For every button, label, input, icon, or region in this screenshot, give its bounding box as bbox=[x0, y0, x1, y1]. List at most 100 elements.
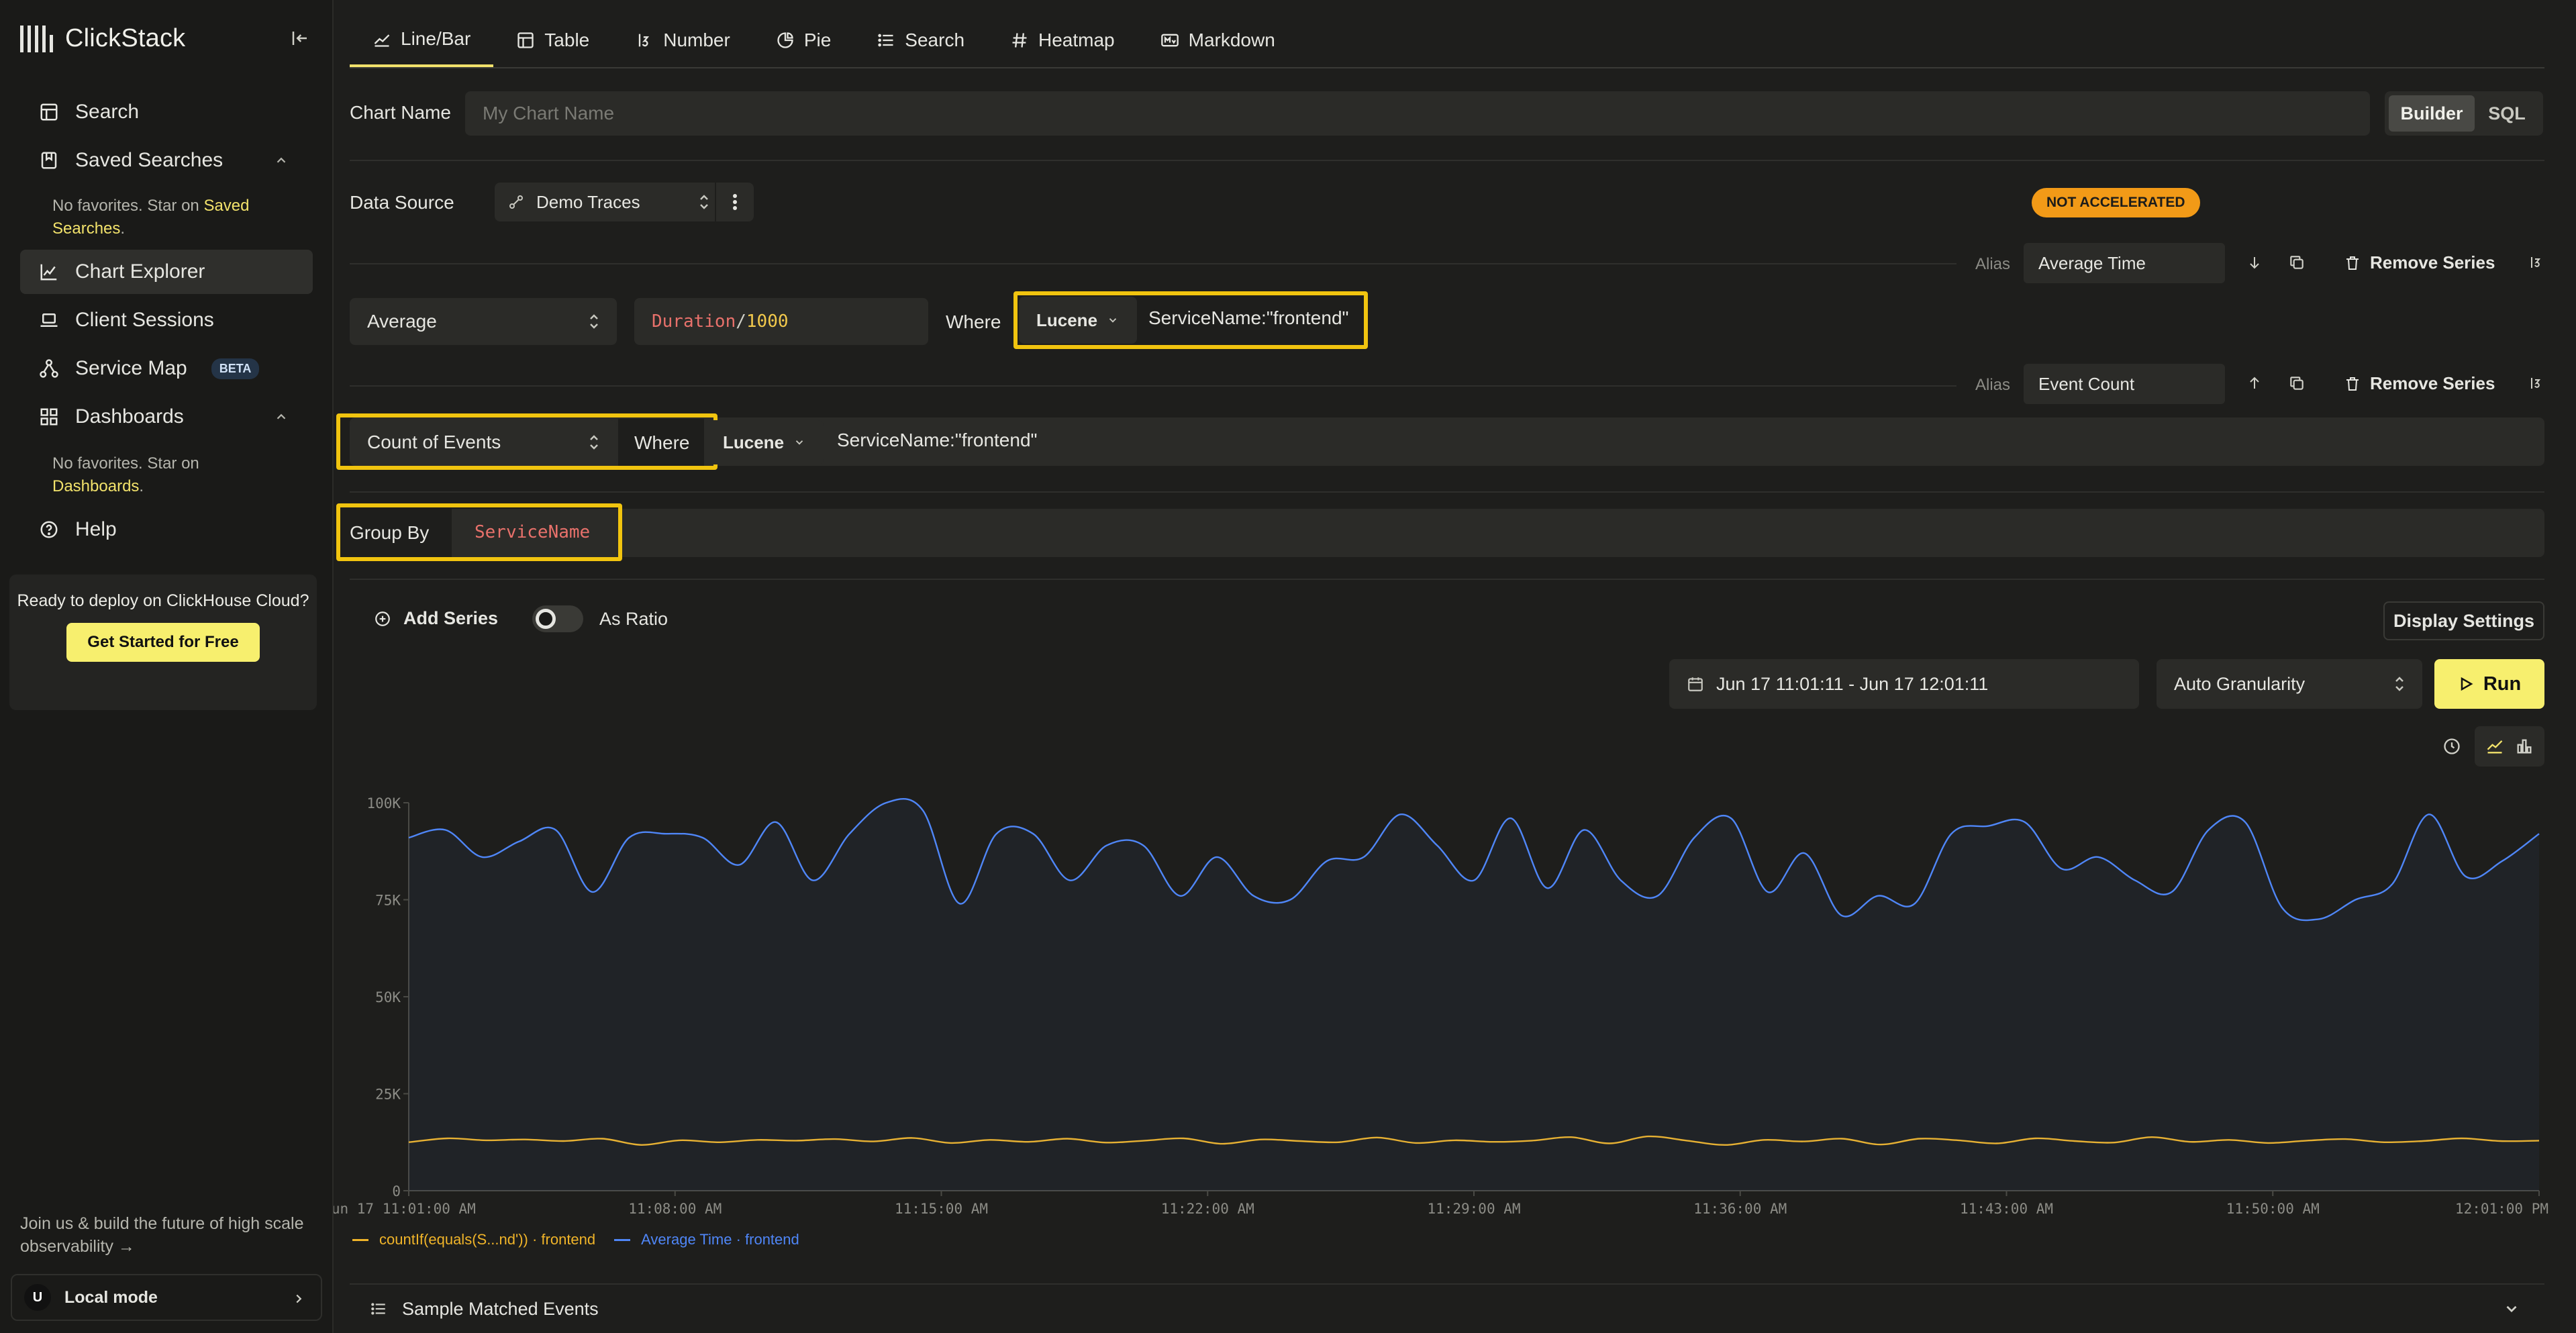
tab-line-bar[interactable]: Line/Bar bbox=[350, 13, 494, 67]
dashboards-link[interactable]: Dashboards bbox=[52, 477, 139, 495]
sidebar-item-dashboards[interactable]: Dashboards bbox=[20, 395, 313, 439]
logo[interactable]: ClickStack bbox=[20, 24, 185, 53]
group-by-input[interactable]: ServiceName bbox=[475, 522, 590, 542]
query-language-select[interactable]: Lucene bbox=[1019, 297, 1137, 344]
y-tick-label: 100K bbox=[366, 795, 401, 811]
chevron-up-icon[interactable] bbox=[274, 153, 289, 168]
legend-count[interactable]: countIf(equals(S...nd')) · frontend bbox=[379, 1231, 595, 1248]
chart-legend: countIf(equals(S...nd')) · frontend Aver… bbox=[352, 1231, 799, 1248]
sidebar-item-saved-searches[interactable]: Saved Searches bbox=[20, 138, 313, 183]
y-tick-label: 0 bbox=[392, 1183, 401, 1199]
empty-text: No favorites. Star on bbox=[52, 197, 204, 215]
display-settings-button[interactable]: Display Settings bbox=[2383, 601, 2544, 640]
chart-style-toggle bbox=[2475, 726, 2544, 767]
expression-input[interactable]: Duration/1000 bbox=[634, 298, 928, 345]
series-area-avg bbox=[409, 799, 2539, 1191]
cta-text: Ready to deploy on ClickHouse Cloud? bbox=[17, 591, 309, 610]
bar-chart-icon[interactable] bbox=[2515, 737, 2534, 756]
collapse-sidebar-icon[interactable] bbox=[290, 28, 310, 48]
as-ratio-toggle[interactable]: As Ratio bbox=[532, 605, 668, 632]
x-tick-label: 11:36:00 AM bbox=[1693, 1201, 1787, 1217]
grid-icon bbox=[40, 408, 58, 426]
legend-avg[interactable]: Average Time · frontend bbox=[641, 1231, 799, 1248]
line-chart: 0 25K 50K 75K 100K Jun 17 11:01:00 AM 11:08:00… bbox=[334, 795, 2548, 1217]
x-tick-label: 11:29:00 AM bbox=[1427, 1201, 1520, 1217]
y-tick-label: 50K bbox=[375, 989, 401, 1005]
granularity-select[interactable]: Auto Granularity bbox=[2157, 659, 2422, 709]
sql-button[interactable]: SQL bbox=[2475, 95, 2539, 132]
user-menu[interactable]: U Local mode bbox=[11, 1274, 322, 1321]
tab-pie[interactable]: Pie bbox=[753, 13, 854, 67]
chevron-down-icon[interactable] bbox=[2503, 1300, 2520, 1318]
query-language-value: Lucene bbox=[1036, 309, 1098, 330]
run-button[interactable]: Run bbox=[2434, 659, 2544, 709]
user-label: Local mode bbox=[64, 1287, 158, 1307]
remove-series-button[interactable]: Remove Series bbox=[2344, 252, 2495, 273]
tab-label: Line/Bar bbox=[401, 28, 471, 49]
tab-search[interactable]: Search bbox=[854, 13, 987, 67]
divider bbox=[350, 579, 2544, 580]
x-tick-label: 11:22:00 AM bbox=[1161, 1201, 1254, 1217]
move-down-icon[interactable] bbox=[2246, 254, 2263, 271]
y-tick-label: 75K bbox=[375, 893, 401, 909]
chevron-up-icon[interactable] bbox=[274, 409, 289, 424]
expression-key: Duration bbox=[652, 311, 736, 332]
number-format-icon[interactable] bbox=[2528, 254, 2544, 271]
tab-table[interactable]: Table bbox=[493, 13, 612, 67]
sidebar-item-client-sessions[interactable]: Client Sessions bbox=[20, 298, 313, 342]
duplicate-icon[interactable] bbox=[2288, 254, 2306, 271]
get-started-button[interactable]: Get Started for Free bbox=[66, 623, 260, 662]
select-updown-icon bbox=[2395, 677, 2404, 691]
trash-icon bbox=[2346, 256, 2359, 270]
sidebar-item-service-map[interactable]: Service Map BETA bbox=[20, 346, 313, 391]
sidebar-item-search[interactable]: Search bbox=[20, 90, 313, 134]
data-source-menu-button[interactable] bbox=[715, 183, 754, 221]
line-chart-icon[interactable] bbox=[2485, 737, 2504, 756]
aggregation-select[interactable]: Average bbox=[350, 298, 617, 345]
add-series-button[interactable]: Add Series bbox=[374, 608, 498, 629]
builder-button[interactable]: Builder bbox=[2389, 95, 2475, 132]
expression-number: 1000 bbox=[746, 311, 789, 332]
toggle-switch[interactable] bbox=[532, 605, 583, 632]
table-icon bbox=[517, 32, 534, 48]
calendar-icon bbox=[1688, 677, 1703, 691]
x-tick-label: 11:15:00 AM bbox=[895, 1201, 988, 1217]
sidebar-item-chart-explorer[interactable]: Chart Explorer bbox=[20, 250, 313, 294]
aggregation-select[interactable]: Count of Events bbox=[350, 420, 617, 464]
aggregation-value: Count of Events bbox=[367, 432, 501, 452]
chevron-down-icon bbox=[795, 440, 803, 445]
granularity-value: Auto Granularity bbox=[2174, 673, 2306, 694]
sidebar-item-label: Saved Searches bbox=[75, 149, 224, 171]
play-icon bbox=[2461, 677, 2473, 691]
tab-heatmap[interactable]: Heatmap bbox=[987, 13, 1138, 67]
move-up-icon[interactable] bbox=[2246, 375, 2263, 392]
data-source-select[interactable]: Demo Traces bbox=[495, 183, 754, 221]
clock-icon[interactable] bbox=[2442, 737, 2461, 756]
time-range-picker[interactable]: Jun 17 11:01:11 - Jun 17 12:01:11 bbox=[1669, 659, 2139, 709]
x-tick-label: 11:43:00 AM bbox=[1960, 1201, 2053, 1217]
where-query-input[interactable]: ServiceName:"frontend" bbox=[1148, 307, 1348, 329]
dashboards-empty: No favorites. Star on Dashboards. bbox=[52, 452, 294, 498]
trash-icon bbox=[2346, 377, 2359, 391]
chart-icon bbox=[40, 264, 57, 281]
where-query-input[interactable]: ServiceName:"frontend" bbox=[837, 430, 1037, 451]
sample-matched-events[interactable]: Sample Matched Events bbox=[350, 1283, 2544, 1333]
number-format-icon[interactable] bbox=[2528, 375, 2544, 392]
tab-number[interactable]: Number bbox=[612, 13, 753, 67]
legend-swatch-avg bbox=[614, 1238, 631, 1241]
divider bbox=[350, 491, 2544, 493]
remove-series-button[interactable]: Remove Series bbox=[2344, 373, 2495, 394]
alias-label: Alias bbox=[1975, 376, 2011, 394]
join-link[interactable]: Join us & build the future of high scale… bbox=[20, 1212, 322, 1258]
sidebar-item-help[interactable]: Help bbox=[20, 507, 313, 552]
mode-toggle: Builder SQL bbox=[2385, 91, 2543, 136]
duplicate-icon[interactable] bbox=[2288, 375, 2306, 392]
x-tick-label: Jun 17 11:01:00 AM bbox=[334, 1201, 476, 1217]
query-language-select[interactable]: Lucene bbox=[705, 420, 824, 464]
tab-markdown[interactable]: Markdown bbox=[1138, 13, 1298, 67]
select-updown-icon bbox=[590, 314, 598, 329]
chart-name-input[interactable]: My Chart Name bbox=[465, 91, 2370, 136]
alias-input[interactable]: Event Count bbox=[2024, 364, 2225, 404]
sample-events-label: Sample Matched Events bbox=[402, 1298, 599, 1319]
alias-input[interactable]: Average Time bbox=[2024, 243, 2225, 283]
